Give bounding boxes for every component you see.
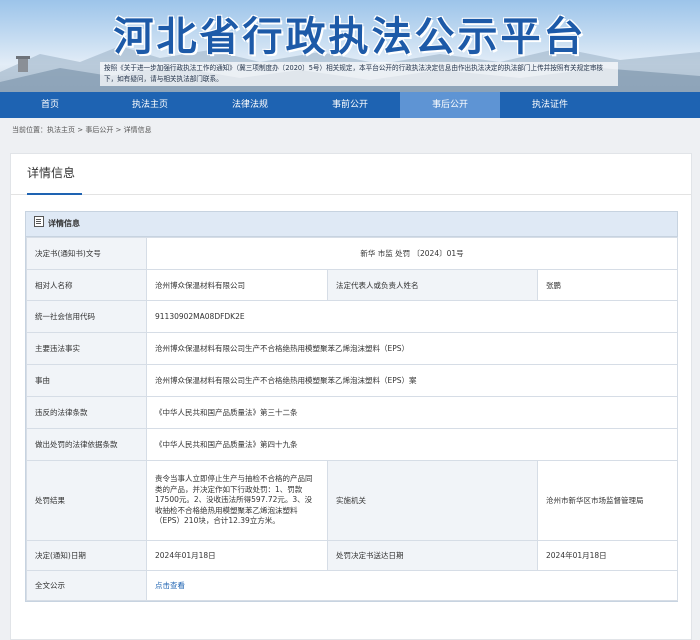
table-row: 统一社会信用代码 91130902MA08DFDK2E	[26, 300, 679, 333]
document-icon	[34, 216, 44, 227]
credit-code-value: 91130902MA08DFDK2E	[145, 300, 679, 333]
breadcrumb-separator: >	[113, 126, 124, 134]
card-header: 详情信息	[26, 212, 677, 237]
delivery-date-label: 处罚决定书送达日期	[327, 540, 538, 571]
cause-label: 事由	[26, 364, 147, 397]
doc-no-value: 新华 市监 处罚 〔2024〕01号	[145, 237, 679, 270]
legal-basis-value: 《中华人民共和国产品质量法》第四十九条	[145, 428, 679, 461]
detail-table: 决定书(通知书)文号 新华 市监 处罚 〔2024〕01号 相对人名称 沧州博众…	[26, 237, 679, 601]
party-label: 相对人名称	[26, 269, 147, 301]
card-title: 详情信息	[48, 219, 80, 228]
violated-law-label: 违反的法律条款	[26, 396, 147, 429]
breadcrumb-item-post-disclosure[interactable]: 事后公开	[85, 126, 113, 134]
fulltext-cell: 点击查看	[145, 570, 679, 601]
representative-label: 法定代表人或负责人姓名	[327, 269, 538, 301]
breadcrumb-item-enforcement-home[interactable]: 执法主页	[47, 126, 75, 134]
decision-date-label: 决定(通知)日期	[26, 540, 147, 571]
table-row: 全文公示 点击查看	[26, 570, 679, 601]
legal-basis-label: 做出处罚的法律依据条款	[26, 428, 147, 461]
cause-value: 沧州博众保温材料有限公司生产不合格绝热用模塑聚苯乙烯泡沫塑料（EPS）案	[145, 364, 679, 397]
fulltext-label: 全文公示	[26, 570, 147, 601]
table-row: 决定书(通知书)文号 新华 市监 处罚 〔2024〕01号	[26, 237, 679, 270]
breadcrumb-separator: >	[75, 126, 86, 134]
party-value: 沧州博众保温材料有限公司	[146, 269, 328, 301]
breadcrumb-item-current: 详情信息	[123, 126, 152, 134]
penalty-result-label: 处罚结果	[26, 460, 147, 541]
table-row: 处罚结果 责令当事人立即停止生产与抽检不合格的产品同类的产品，并决定作如下行政处…	[26, 460, 679, 541]
main-nav: 首页 执法主页 法律法规 事前公开 事后公开 执法证件	[0, 92, 700, 118]
panel-header: 详情信息	[11, 154, 691, 195]
breadcrumb-prefix: 当前位置：	[12, 126, 47, 134]
penalty-result-value: 责令当事人立即停止生产与抽检不合格的产品同类的产品，并决定作如下行政处罚：1、罚…	[146, 460, 328, 541]
doc-no-label: 决定书(通知书)文号	[26, 237, 147, 270]
table-row: 相对人名称 沧州博众保温材料有限公司 法定代表人或负责人姓名 张鹏	[26, 269, 679, 301]
nav-prior-disclosure[interactable]: 事前公开	[300, 92, 400, 118]
header-banner: 河北省行政执法公示平台 按照《关于进一步加强行政执法工作的通知》（冀三项制度办〔…	[0, 0, 700, 92]
credit-code-label: 统一社会信用代码	[26, 300, 147, 333]
breadcrumb: 当前位置：执法主页 > 事后公开 > 详情信息	[0, 118, 700, 142]
nav-laws[interactable]: 法律法规	[200, 92, 300, 118]
panel-title-underline	[27, 193, 82, 195]
facts-value: 沧州博众保温材料有限公司生产不合格绝热用模塑聚苯乙烯泡沫塑料（EPS）	[145, 332, 679, 365]
detail-card: 详情信息 决定书(通知书)文号 新华 市监 处罚 〔2024〕01号 相对人名称…	[25, 211, 679, 602]
nav-home[interactable]: 首页	[0, 92, 100, 118]
delivery-date-value: 2024年01月18日	[536, 540, 679, 571]
violated-law-value: 《中华人民共和国产品质量法》第三十二条	[145, 396, 679, 429]
table-row: 决定(通知)日期 2024年01月18日 处罚决定书送达日期 2024年01月1…	[26, 540, 679, 571]
table-row: 做出处罚的法律依据条款 《中华人民共和国产品质量法》第四十九条	[26, 428, 679, 461]
table-row: 主要违法事实 沧州博众保温材料有限公司生产不合格绝热用模塑聚苯乙烯泡沫塑料（EP…	[26, 332, 679, 365]
notice-text: 按照《关于进一步加强行政执法工作的通知》（冀三项制度办〔2020〕5号）相关规定…	[100, 62, 618, 86]
view-fulltext-link[interactable]: 点击查看	[155, 581, 185, 590]
table-row: 事由 沧州博众保温材料有限公司生产不合格绝热用模塑聚苯乙烯泡沫塑料（EPS）案	[26, 364, 679, 397]
table-row: 违反的法律条款 《中华人民共和国产品质量法》第三十二条	[26, 396, 679, 429]
agency-label: 实施机关	[327, 460, 538, 541]
agency-value: 沧州市新华区市场监督管理局	[536, 460, 679, 541]
nav-post-disclosure[interactable]: 事后公开	[400, 92, 500, 118]
representative-value: 张鹏	[536, 269, 679, 301]
nav-certificates[interactable]: 执法证件	[500, 92, 600, 118]
decision-date-value: 2024年01月18日	[146, 540, 328, 571]
panel-title: 详情信息	[27, 166, 76, 180]
nav-enforcement-home[interactable]: 执法主页	[100, 92, 200, 118]
platform-title: 河北省行政执法公示平台	[113, 13, 587, 60]
detail-panel: 详情信息 详情信息 决定书(通知书)文号 新华 市监 处罚 〔2024〕01号 …	[10, 153, 692, 640]
facts-label: 主要违法事实	[26, 332, 147, 365]
